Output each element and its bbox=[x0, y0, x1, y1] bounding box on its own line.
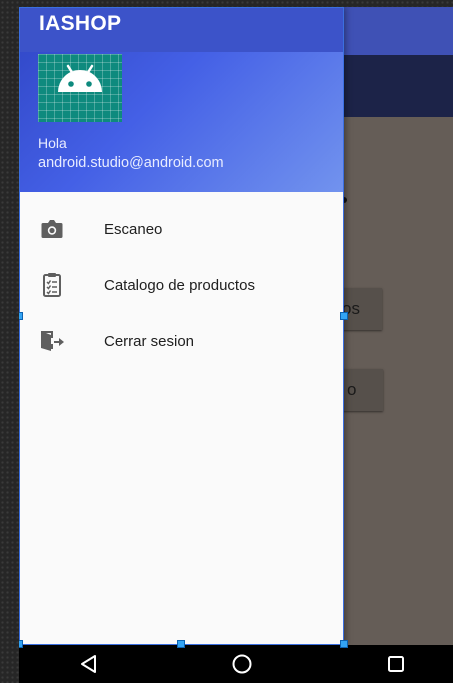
selection-handle[interactable] bbox=[19, 640, 23, 648]
home-icon bbox=[232, 654, 252, 674]
home-button[interactable] bbox=[227, 645, 257, 683]
system-navigation-bar bbox=[19, 645, 453, 683]
phone-screen: os o IASHOP Hola android.studio@android.… bbox=[19, 7, 453, 683]
selection-handle[interactable] bbox=[177, 640, 185, 648]
selection-frame bbox=[19, 7, 344, 645]
back-button[interactable] bbox=[74, 645, 104, 683]
background-button-label: o bbox=[347, 380, 357, 399]
back-icon bbox=[81, 655, 96, 673]
recents-button[interactable] bbox=[381, 645, 411, 683]
selection-handle[interactable] bbox=[340, 640, 348, 648]
selection-handle[interactable] bbox=[340, 312, 348, 320]
recents-icon bbox=[388, 656, 404, 672]
selection-handle[interactable] bbox=[19, 312, 23, 320]
